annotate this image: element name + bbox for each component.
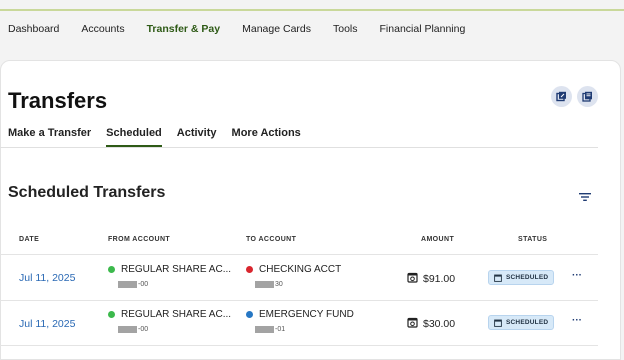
header-date: DATE xyxy=(19,236,40,243)
header-status: STATUS xyxy=(518,236,548,243)
row2-status-text: SCHEDULED xyxy=(506,319,549,326)
filter-icon[interactable] xyxy=(578,190,592,202)
row1-amount-value: $91.00 xyxy=(423,273,456,285)
transfer-tabs: Make a Transfer Scheduled Activity More … xyxy=(8,127,316,147)
row1-to-masked: 30 xyxy=(255,281,283,288)
header-to-account: TO ACCOUNT xyxy=(246,236,297,243)
masked-number xyxy=(118,281,137,288)
row2-from-name: REGULAR SHARE AC... xyxy=(121,309,232,320)
row2-from-account: REGULAR SHARE AC... xyxy=(108,309,231,320)
row-divider xyxy=(0,300,598,301)
status-calendar-icon xyxy=(494,319,502,327)
row2-from-masked: -00 xyxy=(118,326,148,333)
row2-to-masked: -01 xyxy=(255,326,285,333)
row2-to-dot xyxy=(246,311,253,318)
row1-to-name: CHECKING ACCT xyxy=(259,264,342,275)
masked-number xyxy=(255,326,274,333)
tab-scheduled[interactable]: Scheduled xyxy=(106,127,162,147)
tab-activity[interactable]: Activity xyxy=(177,127,217,147)
row2-to-name: EMERGENCY FUND xyxy=(259,309,354,320)
recurring-calendar-icon xyxy=(407,272,418,286)
row2-more-actions[interactable]: ··· xyxy=(572,315,582,326)
row2-from-suffix: -00 xyxy=(138,326,149,333)
row1-more-actions[interactable]: ··· xyxy=(572,270,582,281)
row1-from-dot xyxy=(108,266,115,273)
row2-from-dot xyxy=(108,311,115,318)
page-title: Transfers xyxy=(8,88,108,113)
nav-accounts[interactable]: Accounts xyxy=(81,23,124,35)
row-divider xyxy=(0,345,598,346)
row1-date[interactable]: Jul 11, 2025 xyxy=(19,272,75,284)
tab-more-actions[interactable]: More Actions xyxy=(232,127,301,147)
row-divider xyxy=(0,254,598,255)
tabs-divider xyxy=(0,147,598,148)
status-calendar-icon xyxy=(494,274,502,282)
row1-from-suffix: -00 xyxy=(138,281,149,288)
row1-from-name: REGULAR SHARE AC... xyxy=(121,264,232,275)
masked-number xyxy=(255,281,274,288)
row1-status-badge: SCHEDULED xyxy=(488,270,555,285)
row1-to-dot xyxy=(246,266,253,273)
row1-amount: $91.00 xyxy=(407,272,455,286)
row1-to-suffix: 30 xyxy=(275,281,283,288)
row2-amount-value: $30.00 xyxy=(423,318,456,330)
nav-transfer-pay[interactable]: Transfer & Pay xyxy=(147,23,221,35)
row2-amount: $30.00 xyxy=(407,317,455,331)
header-amount: AMOUNT xyxy=(421,236,455,243)
nav-financial-planning[interactable]: Financial Planning xyxy=(380,23,466,35)
nav-dashboard[interactable]: Dashboard xyxy=(8,23,59,35)
top-nav: Dashboard Accounts Transfer & Pay Manage… xyxy=(0,11,624,47)
recurring-calendar-icon xyxy=(407,317,418,331)
header-from-account: FROM ACCOUNT xyxy=(108,236,171,243)
row1-status-text: SCHEDULED xyxy=(506,274,549,281)
row2-date[interactable]: Jul 11, 2025 xyxy=(19,318,75,330)
masked-number xyxy=(118,326,137,333)
row2-to-suffix: -01 xyxy=(275,326,286,333)
section-title: Scheduled Transfers xyxy=(8,184,166,201)
nav-tools[interactable]: Tools xyxy=(333,23,358,35)
row1-to-account: CHECKING ACCT xyxy=(246,264,341,275)
nav-manage-cards[interactable]: Manage Cards xyxy=(242,23,311,35)
row2-to-account: EMERGENCY FUND xyxy=(246,309,354,320)
row1-from-account: REGULAR SHARE AC... xyxy=(108,264,231,275)
tab-make-a-transfer[interactable]: Make a Transfer xyxy=(8,127,91,147)
row1-from-masked: -00 xyxy=(118,281,148,288)
row2-status-badge: SCHEDULED xyxy=(488,315,555,330)
export-icon[interactable] xyxy=(551,86,572,107)
copy-icon[interactable] xyxy=(577,86,598,107)
